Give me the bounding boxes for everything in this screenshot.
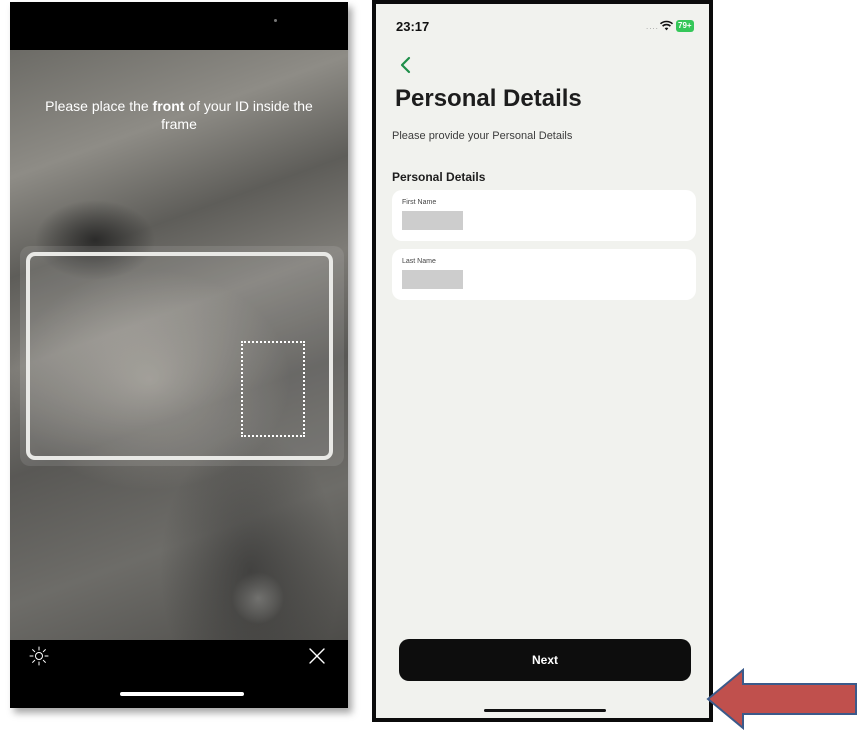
home-indicator[interactable]	[484, 709, 606, 712]
next-button[interactable]: Next	[399, 639, 691, 681]
screenshot-comparison: Please place the front of your ID inside…	[0, 0, 858, 736]
chevron-left-icon[interactable]	[399, 56, 413, 74]
page-subtitle: Please provide your Personal Details	[392, 130, 573, 142]
camera-indicator	[274, 19, 277, 22]
page-title: Personal Details	[395, 85, 582, 112]
id-scan-screen: Please place the front of your ID inside…	[10, 2, 348, 708]
personal-details-screen: 23:17 .... 79+ Personal Details Please p…	[372, 0, 713, 722]
first-name-label: First Name	[402, 199, 437, 206]
annotation-arrow-icon	[706, 668, 857, 730]
signal-indicator: ....	[646, 22, 659, 31]
last-name-field[interactable]: Last Name	[392, 249, 696, 300]
section-heading: Personal Details	[392, 170, 486, 184]
last-name-label: Last Name	[402, 258, 436, 265]
last-name-redacted-value[interactable]	[402, 270, 463, 289]
home-indicator[interactable]	[120, 692, 244, 696]
instruction-text-start: Please place the	[45, 98, 153, 114]
instruction-text-bold: front	[152, 98, 185, 114]
wifi-icon	[660, 20, 673, 31]
camera-toolbar	[10, 640, 348, 708]
scan-instruction: Please place the front of your ID inside…	[10, 97, 348, 133]
photo-placeholder-frame	[241, 341, 305, 437]
first-name-redacted-value[interactable]	[402, 211, 463, 230]
sun-icon[interactable]	[28, 645, 50, 667]
instruction-text-end: of your ID inside the frame	[161, 98, 313, 132]
status-time: 23:17	[396, 19, 430, 34]
first-name-field[interactable]: First Name	[392, 190, 696, 241]
close-icon[interactable]	[306, 645, 328, 667]
battery-indicator: 79+	[676, 20, 694, 32]
